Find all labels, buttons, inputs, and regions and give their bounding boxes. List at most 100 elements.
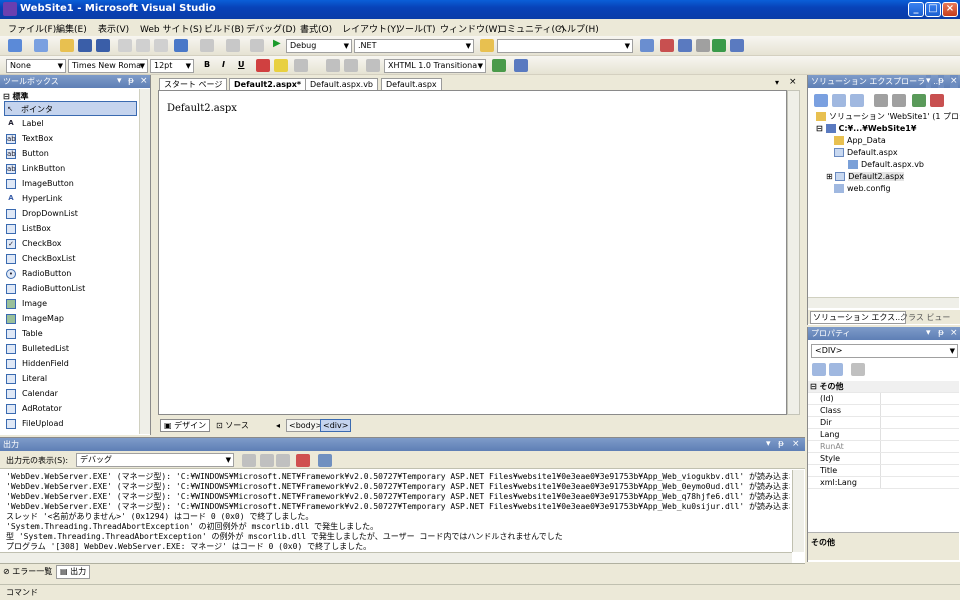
solution-close-icon[interactable]: ×: [950, 75, 958, 88]
properties-category[interactable]: ⊟ その他: [808, 381, 959, 393]
tab-default-aspx-vb[interactable]: Default.aspx.vb: [305, 78, 379, 90]
tree-default2-aspx[interactable]: ⊞ Default2.aspx: [826, 171, 904, 183]
alphabetical-icon[interactable]: [829, 363, 843, 376]
toolbox-item-radiobutton[interactable]: • RadioButton: [6, 266, 71, 281]
toolbox-item-hiddenfield[interactable]: HiddenField: [6, 356, 69, 371]
view-designer-icon[interactable]: [892, 94, 906, 107]
start-debug-icon[interactable]: ▶: [273, 38, 281, 49]
copy-icon[interactable]: [136, 39, 150, 52]
toolbox-item-listbox[interactable]: ListBox: [6, 221, 51, 236]
properties-icon[interactable]: [814, 94, 828, 107]
prop-dir[interactable]: Dir: [808, 417, 959, 429]
word-wrap-icon[interactable]: [318, 454, 332, 467]
page-settings-icon[interactable]: [514, 59, 528, 72]
clear-all-icon[interactable]: [296, 454, 310, 467]
align-icon[interactable]: [294, 59, 308, 72]
toolbox-item-imagebutton[interactable]: ImageButton: [6, 176, 74, 191]
tree-project[interactable]: ⊟ C:¥...¥WebSite1¥: [816, 123, 916, 135]
editor-close-icon[interactable]: ×: [789, 77, 797, 87]
tag-nav-left-icon[interactable]: ◂: [276, 420, 280, 431]
toolbox-item-button[interactable]: ab Button: [6, 146, 49, 161]
bulleted-list-icon[interactable]: [344, 59, 358, 72]
menu-edit[interactable]: 編集(E): [56, 22, 87, 35]
toolbox-scrollbar[interactable]: [139, 89, 150, 434]
categorized-icon[interactable]: [812, 363, 826, 376]
menu-layout[interactable]: レイアウト(Y): [342, 22, 400, 35]
toolbox-item-fileupload[interactable]: FileUpload: [6, 416, 63, 431]
menu-website[interactable]: Web サイト(S): [140, 22, 202, 35]
properties-window-icon[interactable]: [678, 39, 692, 52]
font-color-icon[interactable]: [256, 59, 270, 72]
numbered-list-icon[interactable]: [326, 59, 340, 72]
save-icon[interactable]: [78, 39, 92, 52]
output-dropdown-icon[interactable]: ▾: [766, 438, 771, 451]
prop-lang[interactable]: Lang: [808, 429, 959, 441]
properties-dropdown-icon[interactable]: ▾: [926, 327, 931, 340]
toolbox-item-checkbox[interactable]: ✓ CheckBox: [6, 236, 61, 251]
tree-solution[interactable]: ソリューション 'WebSite1' (1 プロジェクト): [816, 111, 960, 123]
tab-output[interactable]: ▤ 出力: [56, 565, 91, 579]
config-combo[interactable]: Debug ▼: [286, 39, 352, 53]
toolbox-pin-icon[interactable]: ᵽ: [128, 75, 134, 88]
hyperlink-icon[interactable]: [366, 59, 380, 72]
doctype-combo[interactable]: XHTML 1.0 Transitiona ▼: [384, 59, 486, 73]
maximize-button[interactable]: □: [925, 2, 941, 17]
tag-div[interactable]: <div>: [320, 419, 352, 432]
toolbox-item-dropdownlist[interactable]: DropDownList: [6, 206, 78, 221]
prop-id[interactable]: (Id): [808, 393, 959, 405]
next-message-icon[interactable]: [276, 454, 290, 467]
toolbox-item-table[interactable]: Table: [6, 326, 43, 341]
find-combo[interactable]: ▼: [497, 39, 633, 53]
menu-debug[interactable]: デバッグ(D): [246, 22, 296, 35]
menu-file[interactable]: ファイル(F): [8, 22, 56, 35]
block-format-combo[interactable]: None ▼: [6, 59, 66, 73]
new-project-icon[interactable]: [8, 39, 22, 52]
check-accessibility-icon[interactable]: [492, 59, 506, 72]
underline-button[interactable]: U: [238, 60, 245, 69]
platform-combo[interactable]: .NET ▼: [354, 39, 474, 53]
toolbox-item-label[interactable]: A Label: [6, 116, 43, 131]
toolbox-item-hyperlink[interactable]: A HyperLink: [6, 191, 62, 206]
editor-vertical-scrollbar[interactable]: [787, 90, 800, 415]
tree-default-aspx-vb[interactable]: Default.aspx.vb: [848, 159, 924, 171]
prop-title[interactable]: Title: [808, 465, 959, 477]
output-vertical-scrollbar[interactable]: [792, 470, 804, 552]
menu-tools[interactable]: ツール(T): [396, 22, 436, 35]
nest-files-icon[interactable]: [850, 94, 864, 107]
toolbox-item-checkboxlist[interactable]: CheckBoxList: [6, 251, 75, 266]
output-horizontal-scrollbar[interactable]: [0, 552, 792, 563]
tree-web-config[interactable]: web.config: [834, 183, 891, 195]
solution-pin-icon[interactable]: ᵽ: [938, 75, 945, 88]
output-source-combo[interactable]: デバッグ ▼: [76, 453, 234, 467]
menu-build[interactable]: ビルド(B): [204, 22, 244, 35]
tree-default-aspx[interactable]: Default.aspx: [834, 147, 898, 159]
navigate-forward-icon[interactable]: [250, 39, 264, 52]
object-selector-combo[interactable]: <DIV> ▼: [811, 344, 958, 358]
tab-start-page[interactable]: スタート ページ: [159, 78, 228, 90]
toolbox-item-imagemap[interactable]: ImageMap: [6, 311, 64, 326]
prop-style[interactable]: Style: [808, 453, 959, 465]
close-button[interactable]: ×: [942, 2, 958, 17]
prop-xml-lang[interactable]: xml:Lang: [808, 477, 959, 489]
design-view-tab[interactable]: ▣ デザイン: [160, 419, 211, 432]
toolbox-item-image[interactable]: Image: [6, 296, 47, 311]
toolbox-item-bulletedlist[interactable]: BulletedList: [6, 341, 69, 356]
toolbox-item-literal[interactable]: Literal: [6, 371, 47, 386]
prop-runat[interactable]: RunAt: [808, 441, 959, 453]
minimize-button[interactable]: _: [908, 2, 924, 17]
output-close-icon[interactable]: ×: [792, 438, 800, 451]
tree-app-data[interactable]: App_Data: [834, 135, 886, 147]
toolbox-item-adrotator[interactable]: AdRotator: [6, 401, 62, 416]
menu-community[interactable]: コミュニティ(C): [498, 22, 565, 35]
find-message-icon[interactable]: [242, 454, 256, 467]
output-text-area[interactable]: 'WebDev.WebServer.EXE' (マネージ型): 'C:¥WIND…: [0, 470, 790, 552]
menu-help[interactable]: ヘルプ(H): [558, 22, 599, 35]
open-icon[interactable]: [60, 39, 74, 52]
tab-default2-aspx[interactable]: Default2.aspx*: [229, 78, 307, 90]
tab-class-view[interactable]: クラス ビュー: [900, 312, 950, 323]
menu-view[interactable]: 表示(V): [98, 22, 129, 35]
output-pin-icon[interactable]: ᵽ: [778, 438, 784, 451]
add-item-icon[interactable]: [34, 39, 48, 52]
solution-horizontal-scrollbar[interactable]: [808, 297, 959, 308]
italic-button[interactable]: I: [222, 60, 225, 69]
